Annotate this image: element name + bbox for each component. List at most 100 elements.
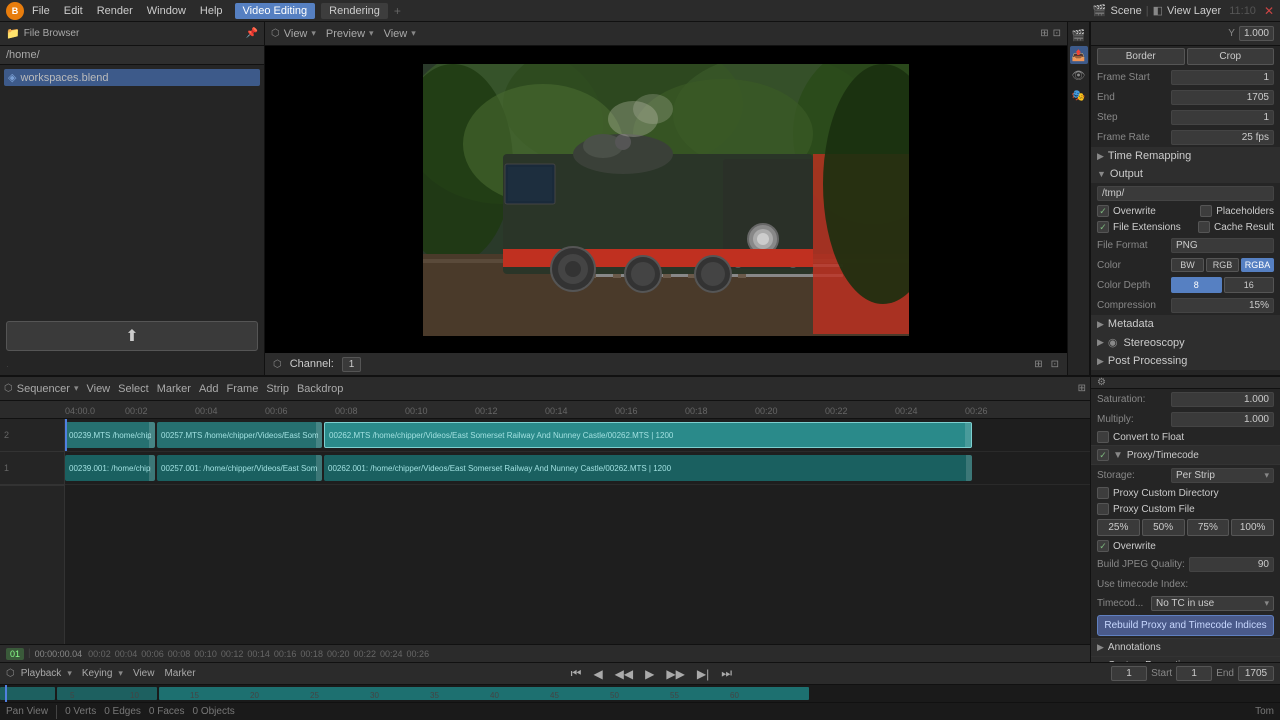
seq-frame-menu[interactable]: Frame (227, 383, 259, 395)
play-fwd-btn[interactable]: ▶▶ (662, 666, 688, 682)
color-rgb-btn[interactable]: RGB (1206, 258, 1239, 272)
strip-2a-label: 00239.001: /home/chipper/M (69, 464, 151, 473)
seq-add-menu[interactable]: Add (199, 383, 219, 395)
saturation-value[interactable]: 1.000 (1171, 392, 1274, 407)
frame-start-value[interactable]: 1 (1171, 70, 1274, 85)
preview-view-label[interactable]: View (284, 28, 308, 40)
file-item-workspaces[interactable]: ◈ workspaces.blend (4, 69, 260, 86)
proxy-timecode-section[interactable]: ▼ Proxy/Timecode (1091, 445, 1280, 465)
pin-icon[interactable]: 📌 (246, 28, 258, 39)
preview-label[interactable]: Preview (326, 28, 365, 40)
menu-edit[interactable]: Edit (58, 3, 89, 19)
seq-editor-icon[interactable]: ⬡ (4, 383, 13, 394)
start-frame-input[interactable] (1176, 666, 1212, 681)
proxy-custom-file-checkbox[interactable] (1097, 503, 1109, 515)
seq-strip-1c[interactable]: 00262.MTS /home/chipper/Videos/East Some… (324, 422, 972, 448)
timecode-value[interactable]: No TC in use ▾ (1151, 596, 1274, 611)
upload-button[interactable]: ⬆ (6, 321, 258, 351)
multiply-value[interactable]: 1.000 (1171, 412, 1274, 427)
seq-marker-menu[interactable]: Marker (157, 383, 191, 395)
keying-menu[interactable]: Keying (82, 668, 113, 679)
rebuild-proxy-btn[interactable]: Rebuild Proxy and Timecode Indices (1097, 615, 1274, 636)
prev-frame-btn[interactable]: ◀ (589, 666, 606, 682)
proxy-100-btn[interactable]: 100% (1231, 519, 1274, 536)
current-frame-input[interactable] (1111, 666, 1147, 681)
close-btn[interactable]: ✕ (1264, 4, 1274, 18)
proxy-custom-dir-checkbox[interactable] (1097, 487, 1109, 499)
placeholders-checkbox[interactable] (1200, 205, 1212, 217)
jpeg-quality-value[interactable]: 90 (1189, 557, 1274, 572)
overwrite-checkbox[interactable] (1097, 205, 1109, 217)
proxy-50-btn[interactable]: 50% (1142, 519, 1185, 536)
seq-strip-2b[interactable]: 00257.001: /home/chipper/Videos/East Som (157, 455, 322, 481)
seq-options-icon[interactable]: ⊞ (1078, 383, 1086, 394)
proxy-75-btn[interactable]: 75% (1187, 519, 1230, 536)
frame-step-value[interactable]: 1 (1171, 110, 1274, 125)
compression-value[interactable]: 15% (1171, 298, 1274, 313)
overlay-icon[interactable]: ⊡ (1051, 359, 1059, 370)
frame-end-value[interactable]: 1705 (1171, 90, 1274, 105)
prop-icon-output[interactable]: 📤 (1070, 46, 1088, 64)
menu-render[interactable]: Render (91, 3, 139, 19)
storage-value[interactable]: Per Strip ▾ (1171, 468, 1274, 483)
menu-window[interactable]: Window (141, 3, 192, 19)
stereoscopy-section[interactable]: ▶ ◉ Stereoscopy (1091, 333, 1280, 352)
color-bw-btn[interactable]: BW (1171, 258, 1204, 272)
prop-icon-render[interactable]: 🎬 (1070, 26, 1088, 44)
annotations-section[interactable]: ▶ Annotations (1091, 638, 1280, 657)
seq-strip-2a[interactable]: 00239.001: /home/chipper/M (65, 455, 155, 481)
path-home[interactable]: /home/ (6, 49, 40, 61)
zoom-fit-icon[interactable]: ⊞ (1040, 28, 1048, 39)
file-browser-panel: 📁 File Browser 📌 /home/ ◈ workspaces.ble… (0, 22, 265, 375)
frame-rate-value[interactable]: 25 fps (1171, 130, 1274, 145)
file-format-value[interactable]: PNG (1171, 238, 1274, 253)
seq-select-menu[interactable]: Select (118, 383, 149, 395)
timeline-view-menu[interactable]: View (133, 668, 155, 679)
time-remapping-section[interactable]: ▶ Time Remapping (1091, 147, 1280, 165)
workspace-tab-rendering[interactable]: Rendering (321, 3, 388, 19)
props-y-value[interactable]: 1.000 (1239, 26, 1274, 41)
file-ext-checkbox[interactable] (1097, 221, 1109, 233)
play-back-btn[interactable]: ◀◀ (611, 666, 637, 682)
output-section-header[interactable]: ▼ Output (1091, 165, 1280, 183)
output-label: Output (1110, 168, 1143, 180)
depth-8-btn[interactable]: 8 (1171, 277, 1222, 293)
cache-checkbox[interactable] (1198, 221, 1210, 233)
menu-help[interactable]: Help (194, 3, 229, 19)
output-path-value[interactable]: /tmp/ (1097, 186, 1274, 201)
jump-end-btn[interactable]: ⏭ (717, 665, 736, 682)
play-btn[interactable]: ▶ (641, 666, 658, 682)
channel-value[interactable]: 1 (342, 357, 362, 372)
seq-strip-2c[interactable]: 00262.001: /home/chipper/Videos/East Som… (324, 455, 972, 481)
seq-strip-1a[interactable]: 00239.MTS /home/chipper/M (65, 422, 155, 448)
playback-menu[interactable]: Playback (21, 668, 62, 679)
prop-icon-view[interactable]: 👁 (1070, 66, 1088, 84)
workspace-tab-video-editing[interactable]: Video Editing (235, 3, 316, 19)
seq-label[interactable]: Sequencer (17, 383, 70, 395)
timeline-marker-menu[interactable]: Marker (164, 668, 195, 679)
proxy-25-btn[interactable]: 25% (1097, 519, 1140, 536)
jump-start-btn[interactable]: ⏮ (567, 665, 586, 682)
menu-file[interactable]: File (26, 3, 56, 19)
metadata-section[interactable]: ▶ Metadata (1091, 315, 1280, 333)
add-workspace-btn[interactable]: + (394, 4, 401, 18)
seq-backdrop-menu[interactable]: Backdrop (297, 383, 343, 395)
proxy-enabled-checkbox[interactable] (1097, 449, 1109, 461)
overwrite2-checkbox[interactable] (1097, 540, 1109, 552)
seq-strip-menu[interactable]: Strip (266, 383, 289, 395)
seq-strip-1b[interactable]: 00257.MTS /home/chipper/Videos/East Som (157, 422, 322, 448)
preview-view2-label[interactable]: View (384, 28, 408, 40)
crop-btn[interactable]: Crop (1187, 48, 1275, 65)
border-btn[interactable]: Border (1097, 48, 1185, 65)
seq-view-menu[interactable]: View (86, 383, 110, 395)
prop-icon-scene[interactable]: 🎭 (1070, 86, 1088, 104)
view-options-icon[interactable]: ⊞ (1034, 359, 1042, 370)
color-rgba-btn[interactable]: RGBA (1241, 258, 1274, 272)
view-center-icon[interactable]: ⊡ (1053, 28, 1061, 39)
convert-float-checkbox[interactable] (1097, 431, 1109, 443)
post-processing-section[interactable]: ▶ Post Processing (1091, 352, 1280, 370)
next-frame-btn[interactable]: ▶| (693, 666, 713, 682)
end-frame-input[interactable] (1238, 666, 1274, 681)
preview-editor-icon[interactable]: ⬡ (271, 28, 280, 39)
depth-16-btn[interactable]: 16 (1224, 277, 1275, 293)
